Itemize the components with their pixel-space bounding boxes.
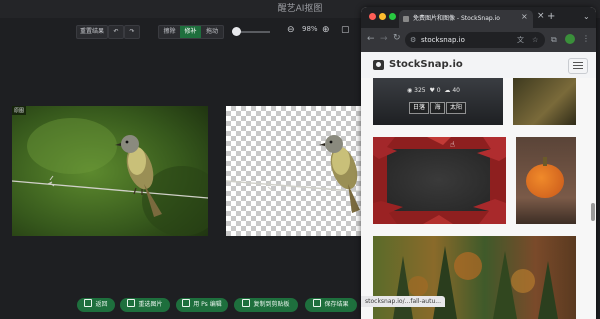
close-window-icon[interactable] [369,13,376,20]
photo-tile-leaves[interactable]: ☝ [373,137,506,224]
zoom-level: 98% [302,25,318,33]
bird-photo [12,106,208,236]
bookmark-star-icon[interactable]: ☆ [532,32,538,48]
photo-tile-ocean[interactable]: ◉ 325 ♥ 0 ☁ 40 日落 海 太阳 [373,78,503,125]
zoom-out-icon[interactable]: ⊖ [287,25,295,35]
site-info-icon[interactable]: ⚙ [410,32,416,48]
back-icon [84,299,93,307]
back-arrow-icon[interactable]: ← [367,34,375,44]
reset-button[interactable]: 重置结果 [76,25,108,39]
undo-icon: ↶ [113,28,119,35]
result-image [226,106,366,236]
copy-to-clipboard-button[interactable]: 复制到剪贴板 [234,298,298,312]
tag-sun[interactable]: 太阳 [446,102,466,114]
address-bar[interactable]: ⚙ stocksnap.io 文 ☆ [405,32,545,48]
menu-kebab-icon[interactable]: ⋮ [582,34,590,43]
favicon-icon [403,16,409,22]
mode-repair[interactable]: 修补 [180,26,201,38]
minimize-window-icon[interactable] [379,13,386,20]
mode-drag[interactable]: 拖动 [201,26,223,38]
maximize-window-icon[interactable] [389,13,396,20]
redo-button[interactable]: ↷ [124,25,140,39]
image-icon [127,299,136,307]
tab-search-icon[interactable]: ⌄ [583,12,590,21]
slider-knob[interactable] [232,27,241,36]
hamburger-menu-icon[interactable] [568,58,588,74]
zoom-in-icon[interactable]: ⊕ [322,25,330,35]
forward-arrow-icon[interactable]: → [380,34,388,44]
tab-bar: 免费图片和图像 - StockSnap.io × × + ⌄ [361,7,596,28]
site-header: StockSnap.io [361,52,596,79]
bird-cutout [319,135,360,213]
mode-erase[interactable]: 擦除 [159,26,180,38]
camera-logo-icon [373,60,384,70]
mouse-cursor-icon: ☝ [450,140,455,149]
mode-segmented: 擦除 修补 拖动 [158,25,224,39]
reload-icon[interactable]: ↻ [393,33,401,43]
ps-icon [182,299,191,307]
original-image [12,106,208,236]
photo-grid: ◉ 325 ♥ 0 ☁ 40 日落 海 太阳 ☝ [361,78,596,319]
back-button[interactable]: 返回 [77,298,115,312]
edit-in-ps-button[interactable]: 用 Ps 编辑 [176,298,228,312]
photo-tile-pumpkin[interactable] [516,137,576,224]
photo-tile-path[interactable] [513,78,576,125]
extensions-icon[interactable]: ⧉ [551,35,557,45]
close-tab-icon[interactable]: × [537,11,545,21]
site-logo-text[interactable]: StockSnap.io [389,59,463,70]
tag-sunset[interactable]: 日落 [409,102,429,114]
tag-sea[interactable]: 海 [430,102,445,114]
save-icon [313,299,322,307]
translate-icon[interactable]: 文 [517,32,524,48]
more-icon[interactable]: ▢ [341,25,350,35]
tab-close-x-icon[interactable]: × [521,12,528,21]
link-preview: stocksnap.io/...fall-autu... [361,296,445,307]
reselect-image-button[interactable]: 重选图片 [120,298,170,312]
heart-icon: ♥ [429,87,435,94]
cutout-photo [226,135,366,213]
browser-tab[interactable]: 免费图片和图像 - StockSnap.io [399,10,533,28]
photo-stats: ◉ 325 ♥ 0 ☁ 40 [407,87,460,94]
download-icon: ☁ [444,87,451,94]
copy-icon [242,299,251,307]
profile-avatar[interactable] [565,34,575,44]
eye-icon: ◉ [407,87,413,94]
browser-window: 免费图片和图像 - StockSnap.io × × + ⌄ ← → ↻ ⚙ s… [361,7,596,319]
new-tab-icon[interactable]: + [547,11,555,22]
original-label: 原图 [12,106,27,115]
redo-icon: ↷ [129,28,135,35]
undo-button[interactable]: ↶ [108,25,124,39]
scrollbar[interactable] [591,203,595,221]
save-result-button[interactable]: 保存结果 [305,298,357,312]
